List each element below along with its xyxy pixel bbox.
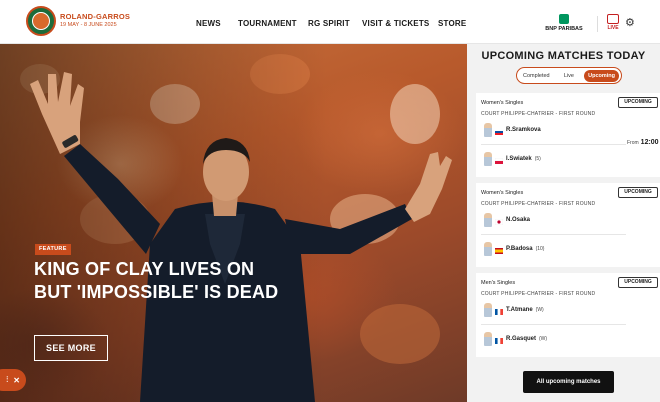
player-seed: (W) bbox=[539, 336, 548, 342]
player-name: N.Osaka bbox=[506, 217, 531, 223]
player-seed: (5) bbox=[534, 156, 541, 162]
nav-rg-spirit[interactable]: RG SPIRIT bbox=[308, 19, 350, 28]
see-more-button[interactable]: SEE MORE bbox=[34, 335, 108, 361]
match-court: COURT PHILIPPE-CHATRIER - FIRST ROUND bbox=[481, 111, 596, 117]
player-row: R.Gasquet (W) bbox=[484, 331, 547, 347]
player-name: I.Swiatek bbox=[506, 156, 532, 162]
live-button[interactable]: LIVE bbox=[606, 14, 620, 32]
status-badge: UPCOMING bbox=[618, 187, 658, 198]
tab-completed[interactable]: Completed bbox=[519, 70, 554, 82]
player-avatar bbox=[484, 152, 492, 166]
player-row: R.Sramkova bbox=[484, 122, 544, 138]
status-badge: UPCOMING bbox=[618, 97, 658, 108]
tv-icon bbox=[607, 14, 619, 24]
flag-france-icon bbox=[495, 338, 503, 344]
match-time: From 12:00 bbox=[627, 139, 659, 146]
header-divider bbox=[597, 16, 598, 32]
nav-visit-tickets[interactable]: VISIT & TICKETS bbox=[362, 19, 429, 28]
match-card[interactable]: Men's Singles UPCOMING COURT PHILIPPE-CH… bbox=[476, 273, 660, 357]
nav-news[interactable]: NEWS bbox=[196, 19, 221, 28]
match-card[interactable]: Women's Singles UPCOMING COURT PHILIPPE-… bbox=[476, 93, 660, 177]
player-row: I.Swiatek (5) bbox=[484, 151, 541, 167]
brand-name: ROLAND-GARROS bbox=[60, 12, 131, 21]
sponsor-logo[interactable]: BNP PARIBAS bbox=[543, 14, 585, 32]
player-name: R.Sramkova bbox=[506, 127, 541, 133]
roland-garros-logo[interactable] bbox=[26, 6, 56, 36]
nav-store[interactable]: STORE bbox=[438, 19, 466, 28]
bnp-paribas-icon bbox=[559, 14, 569, 24]
tournament-dates: 19 MAY - 8 JUNE 2025 bbox=[60, 21, 117, 28]
flag-japan-icon bbox=[495, 219, 503, 225]
player-name: T.Atmane bbox=[506, 307, 533, 313]
player-avatar bbox=[484, 242, 492, 256]
status-badge: UPCOMING bbox=[618, 277, 658, 288]
player-avatar bbox=[484, 303, 492, 317]
player-avatar bbox=[484, 332, 492, 346]
divider bbox=[481, 324, 626, 325]
player-seed: (W) bbox=[535, 307, 544, 313]
cookie-widget[interactable]: ⫶ ✕ bbox=[0, 369, 26, 391]
tab-live[interactable]: Live bbox=[560, 70, 578, 82]
nav-tournament[interactable]: TOURNAMENT bbox=[238, 19, 297, 28]
player-row: N.Osaka bbox=[484, 212, 533, 228]
flag-poland-icon bbox=[495, 158, 503, 164]
close-icon[interactable]: ✕ bbox=[13, 376, 20, 385]
player-name: P.Badosa bbox=[506, 246, 533, 252]
site-header: ROLAND-GARROS 19 MAY - 8 JUNE 2025 NEWS … bbox=[0, 0, 660, 44]
player-avatar bbox=[484, 123, 492, 137]
divider bbox=[481, 144, 626, 145]
settings-gear-icon[interactable]: ⚙ bbox=[625, 18, 636, 29]
feature-tag: FEATURE bbox=[35, 244, 71, 255]
match-category: Women's Singles bbox=[481, 100, 524, 106]
match-card[interactable]: Women's Singles UPCOMING COURT PHILIPPE-… bbox=[476, 183, 660, 267]
match-status-tabs: Completed Live Upcoming bbox=[516, 67, 622, 84]
flag-slovakia-icon bbox=[495, 129, 503, 135]
match-category: Women's Singles bbox=[481, 190, 524, 196]
divider bbox=[481, 234, 626, 235]
player-row: T.Atmane (W) bbox=[484, 302, 544, 318]
all-upcoming-matches-button[interactable]: All upcoming matches bbox=[523, 371, 614, 393]
cookie-settings-icon[interactable]: ⫶ bbox=[6, 375, 8, 385]
player-name: R.Gasquet bbox=[506, 336, 537, 342]
logo-emblem bbox=[32, 12, 50, 30]
match-court: COURT PHILIPPE-CHATRIER - FIRST ROUND bbox=[481, 201, 596, 207]
panel-title: UPCOMING MATCHES TODAY bbox=[481, 50, 646, 62]
hero-feature[interactable]: FEATURE KING OF CLAY LIVES ON BUT 'IMPOS… bbox=[0, 44, 467, 402]
flag-france-icon bbox=[495, 309, 503, 315]
player-avatar bbox=[484, 213, 492, 227]
match-category: Men's Singles bbox=[481, 280, 516, 286]
brand-block[interactable]: ROLAND-GARROS 19 MAY - 8 JUNE 2025 bbox=[60, 13, 130, 28]
sponsor-name: BNP PARIBAS bbox=[545, 26, 583, 32]
upcoming-matches-panel: UPCOMING MATCHES TODAY Completed Live Up… bbox=[467, 44, 660, 402]
flag-spain-icon bbox=[495, 248, 503, 254]
player-row: P.Badosa (10) bbox=[484, 241, 544, 257]
hero-headline[interactable]: KING OF CLAY LIVES ON BUT 'IMPOSSIBLE' I… bbox=[34, 258, 294, 304]
player-seed: (10) bbox=[535, 246, 545, 252]
tab-upcoming[interactable]: Upcoming bbox=[584, 69, 619, 82]
match-court: COURT PHILIPPE-CHATRIER - FIRST ROUND bbox=[481, 291, 596, 297]
live-label: LIVE bbox=[607, 25, 619, 31]
